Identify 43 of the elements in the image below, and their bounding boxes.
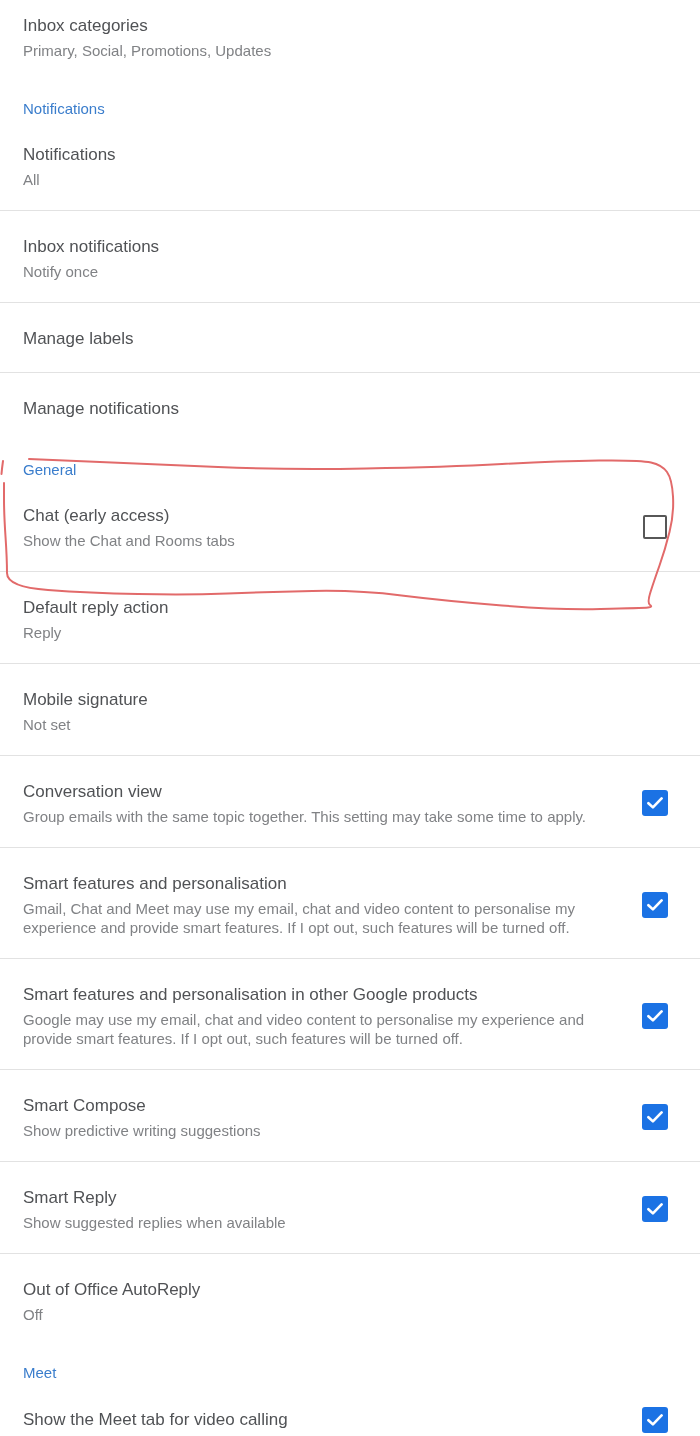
setting-title[interactable]: Inbox categories <box>23 14 668 38</box>
setting-title[interactable]: Conversation view <box>23 780 622 804</box>
setting-title[interactable]: Show the Meet tab for video calling <box>23 1408 622 1432</box>
section-header: Notifications <box>22 99 106 119</box>
checkmark-icon <box>647 1009 663 1022</box>
setting-summary: Off <box>23 1305 44 1324</box>
setting-title[interactable]: Manage notifications <box>23 397 668 421</box>
setting-summary: Notify once <box>23 262 100 281</box>
checkmark-icon <box>647 1414 663 1426</box>
setting-title[interactable]: Smart Compose <box>23 1094 622 1118</box>
checkmark-icon <box>647 1111 663 1123</box>
setting-summary: Google may use my email, chat and video content to personalise my experience and provide smart features. If I opt out, such features will be turned off. <box>23 1010 586 1048</box>
setting-title[interactable]: Default reply action <box>23 596 668 620</box>
setting-summary: Primary, Social, Promotions, Updates <box>23 41 273 60</box>
setting-title[interactable]: Chat (early access) <box>23 504 622 528</box>
setting-summary: Reply <box>23 623 63 642</box>
setting-summary: Group emails with the same topic together. This setting may take some time to apply. <box>23 807 588 826</box>
setting-summary: Show the Chat and Rooms tabs <box>23 531 236 550</box>
setting-summary: Not set <box>23 715 72 734</box>
checkbox[interactable] <box>642 790 668 816</box>
checkbox[interactable] <box>642 1002 668 1029</box>
setting-title[interactable]: Smart Reply <box>23 1186 622 1210</box>
setting-title[interactable]: Manage labels <box>23 327 668 351</box>
setting-title[interactable]: Mobile signature <box>23 688 668 712</box>
checkmark-icon <box>647 797 663 809</box>
setting-title[interactable]: Smart features and personalisation <box>23 872 622 896</box>
setting-summary: Gmail, Chat and Meet may use my email, chat and video content to personalise my experience and provide smart features. If I opt out, such features will be turned off. <box>23 899 576 937</box>
setting-summary: Show suggested replies when available <box>23 1213 287 1232</box>
setting-summary: All <box>23 170 41 189</box>
checkbox[interactable] <box>642 891 668 918</box>
setting-title[interactable]: Notifications <box>23 143 668 167</box>
setting-summary: Show predictive writing suggestions <box>23 1121 262 1140</box>
checkmark-icon <box>647 1203 663 1215</box>
section-header: Meet <box>22 1363 58 1383</box>
checkbox[interactable] <box>643 515 667 539</box>
setting-title[interactable]: Inbox notifications <box>23 235 668 259</box>
checkbox[interactable] <box>642 1196 668 1222</box>
setting-title[interactable]: Out of Office AutoReply <box>23 1278 668 1302</box>
setting-title[interactable]: Smart features and personalisation in other Google products <box>23 983 622 1007</box>
checkmark-icon <box>647 898 663 911</box>
checkbox[interactable] <box>642 1407 668 1433</box>
section-header: General <box>22 460 78 480</box>
checkbox[interactable] <box>642 1104 668 1130</box>
